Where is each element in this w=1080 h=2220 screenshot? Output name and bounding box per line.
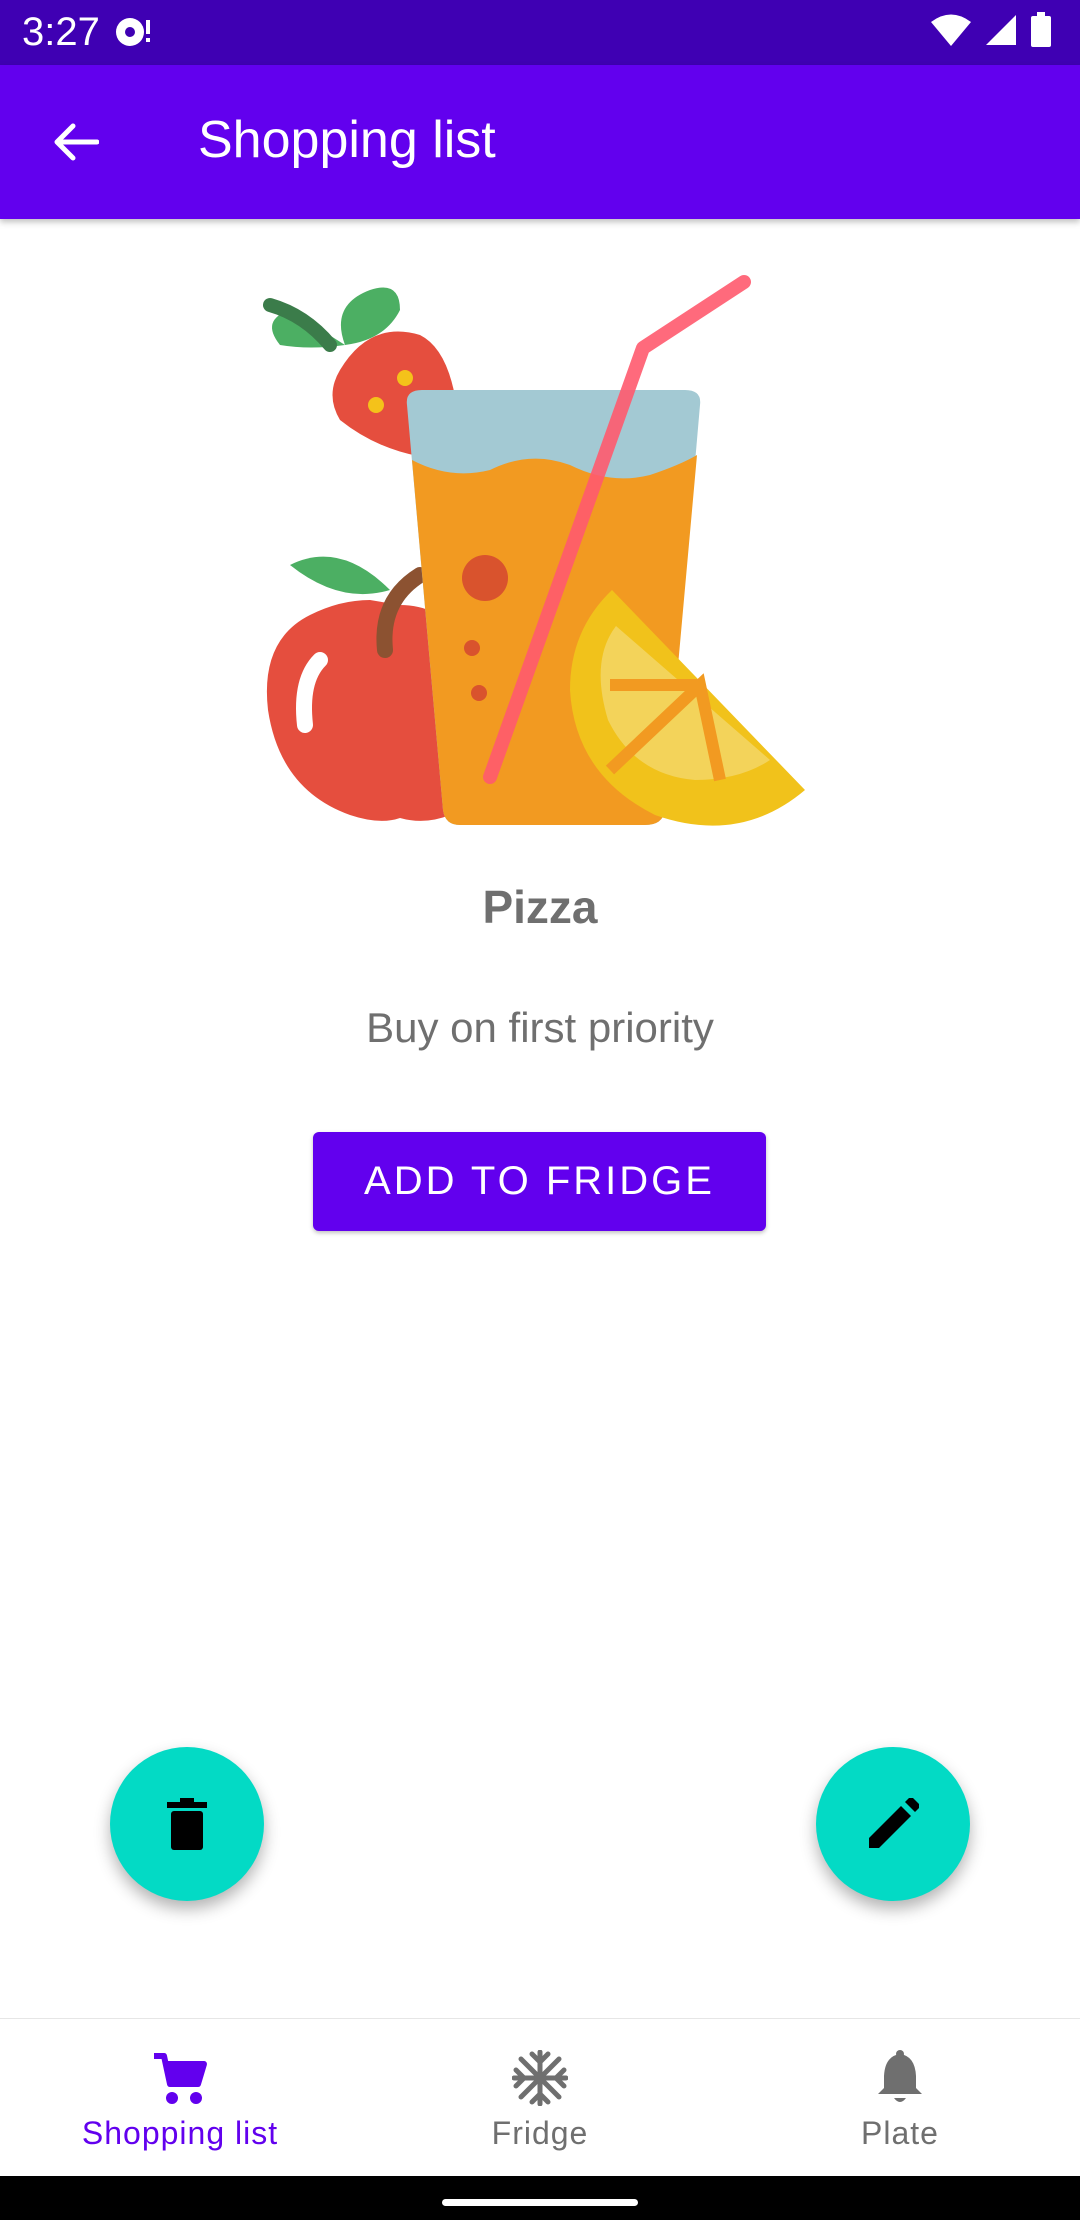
cart-icon [154,2053,207,2104]
pencil-icon [869,1798,919,1848]
nav-label: Fridge [491,2115,589,2151]
status-bar: 3:27 [0,0,1080,65]
trash-icon [167,1798,207,1850]
bell-icon [878,2050,922,2102]
nav-label: Shopping list [81,2115,279,2151]
nav-item-shopping-list[interactable]: Shopping list [0,2019,360,2177]
nav-item-plate[interactable]: Plate [720,2019,1080,2177]
battery-icon [1031,12,1051,47]
app-bar: Shopping list [0,65,1080,219]
nav-label: Plate [861,2115,939,2151]
status-time: 3:27 [22,10,100,54]
page-title: Shopping list [198,111,496,169]
item-note: Buy on first priority [366,1004,714,1051]
delete-button[interactable] [110,1747,264,1901]
juice-and-fruit-illustration [263,275,805,826]
add-to-fridge-button[interactable]: ADD TO FRIDGE [313,1132,766,1231]
system-gesture-bar [0,2176,1080,2220]
signal-icon [986,15,1016,45]
wifi-icon [931,14,971,46]
snowflake-icon [512,2050,568,2106]
bottom-navigation: Shopping list Fridge Plate [0,2018,1080,2177]
nav-item-fridge[interactable]: Fridge [360,2019,720,2177]
status-icons [930,12,1052,48]
home-gesture-handle[interactable] [442,2199,638,2206]
edit-button[interactable] [816,1747,970,1901]
arrow-back-icon [54,123,99,161]
item-name: Pizza [482,881,598,933]
back-button[interactable] [40,112,110,172]
notification-icon [116,18,150,46]
